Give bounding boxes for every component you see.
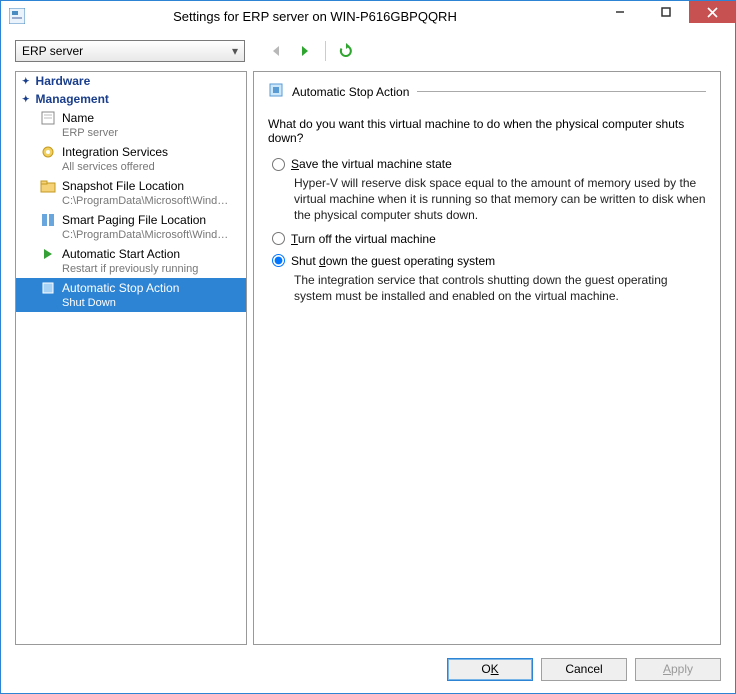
titlebar: Settings for ERP server on WIN-P616GBPQQ… — [1, 1, 735, 31]
tree-item-name[interactable]: Name ERP server — [16, 108, 246, 142]
start-icon — [40, 246, 56, 262]
category-label: Management — [36, 92, 109, 106]
section-title: Automatic Stop Action — [292, 85, 409, 99]
option-label[interactable]: Shut down the guest operating system — [291, 254, 495, 268]
apply-button[interactable]: Apply — [635, 658, 721, 681]
app-icon — [7, 6, 27, 26]
tree-item-auto-stop[interactable]: Automatic Stop Action Shut Down — [16, 278, 246, 312]
option-shut-down: Shut down the guest operating system The… — [272, 254, 706, 304]
close-button[interactable] — [689, 1, 735, 23]
settings-tree: ✦ Hardware ✦ Management Name ERP server — [15, 71, 247, 645]
ok-button[interactable]: OK — [447, 658, 533, 681]
cancel-button[interactable]: Cancel — [541, 658, 627, 681]
section-rule — [417, 91, 706, 92]
tree-item-label: Snapshot File Location — [62, 179, 184, 193]
expand-icon: ✦ — [22, 94, 30, 105]
question-text: What do you want this virtual machine to… — [268, 117, 706, 145]
radio-save-state[interactable] — [272, 158, 285, 171]
settings-window: Settings for ERP server on WIN-P616GBPQQ… — [0, 0, 736, 694]
vm-selector-value: ERP server — [22, 44, 83, 58]
vm-selector-combo[interactable]: ERP server ▾ — [15, 40, 245, 62]
tree-item-label: Integration Services — [62, 145, 168, 159]
folder-icon — [40, 178, 56, 194]
section-header: Automatic Stop Action — [268, 82, 706, 101]
category-label: Hardware — [36, 74, 91, 88]
tree-item-sub: C:\ProgramData\Microsoft\Windo... — [40, 228, 230, 242]
tree-item-label: Automatic Start Action — [62, 247, 180, 261]
tree-item-label: Smart Paging File Location — [62, 213, 206, 227]
name-icon — [40, 110, 56, 126]
tree-item-integration-services[interactable]: Integration Services All services offere… — [16, 142, 246, 176]
chevron-down-icon: ▾ — [232, 44, 238, 58]
tree-item-sub: Shut Down — [40, 296, 230, 310]
option-turn-off: Turn off the virtual machine — [272, 232, 706, 246]
toolbar: ERP server ▾ — [1, 31, 735, 65]
nav-back-button[interactable] — [267, 41, 287, 61]
toolbar-separator — [325, 41, 326, 61]
tree-item-sub: ERP server — [40, 126, 230, 140]
option-save-state: Save the virtual machine state Hyper-V w… — [272, 157, 706, 224]
radio-turn-off[interactable] — [272, 232, 285, 245]
tree-item-sub: All services offered — [40, 160, 230, 174]
nav-forward-button[interactable] — [295, 41, 315, 61]
stop-icon — [40, 280, 56, 296]
dialog-footer: OK Cancel Apply — [1, 645, 735, 693]
toolbar-icons — [267, 41, 356, 61]
category-hardware[interactable]: ✦ Hardware — [16, 72, 246, 90]
management-items: Name ERP server Integration Services All… — [16, 108, 246, 644]
option-label[interactable]: Turn off the virtual machine — [291, 232, 436, 246]
tree-item-auto-start[interactable]: Automatic Start Action Restart if previo… — [16, 244, 246, 278]
option-description: Hyper-V will reserve disk space equal to… — [294, 175, 706, 224]
option-label[interactable]: Save the virtual machine state — [291, 157, 452, 171]
services-icon — [40, 144, 56, 160]
radio-shut-down[interactable] — [272, 254, 285, 267]
tree-item-smart-paging[interactable]: Smart Paging File Location C:\ProgramDat… — [16, 210, 246, 244]
tree-item-snapshot-location[interactable]: Snapshot File Location C:\ProgramData\Mi… — [16, 176, 246, 210]
body: ✦ Hardware ✦ Management Name ERP server — [1, 65, 735, 645]
expand-icon: ✦ — [22, 76, 30, 87]
tree-item-label: Name — [62, 111, 94, 125]
paging-icon — [40, 212, 56, 228]
maximize-button[interactable] — [643, 1, 689, 23]
tree-item-sub: Restart if previously running — [40, 262, 230, 276]
minimize-button[interactable] — [597, 1, 643, 23]
window-title: Settings for ERP server on WIN-P616GBPQQ… — [33, 9, 597, 24]
category-management[interactable]: ✦ Management — [16, 90, 246, 108]
content-panel: Automatic Stop Action What do you want t… — [253, 71, 721, 645]
refresh-button[interactable] — [336, 41, 356, 61]
option-description: The integration service that controls sh… — [294, 272, 706, 304]
stop-icon — [268, 82, 284, 101]
tree-item-label: Automatic Stop Action — [62, 281, 179, 295]
tree-item-sub: C:\ProgramData\Microsoft\Windo... — [40, 194, 230, 208]
window-buttons — [597, 1, 735, 31]
